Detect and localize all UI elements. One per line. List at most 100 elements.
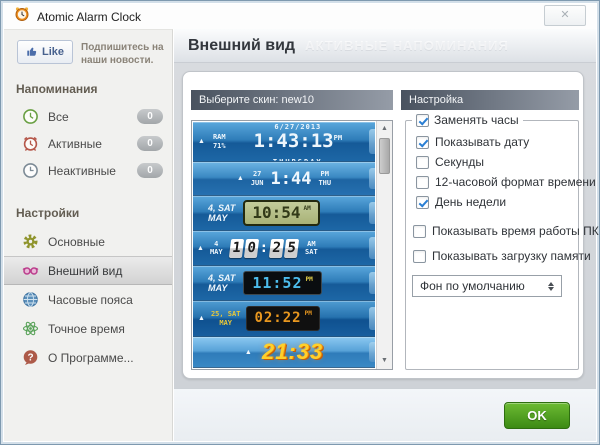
close-button[interactable]: ✕: [544, 5, 586, 26]
lcd-display: 11:52 PM: [243, 271, 321, 296]
scrollbar-thumb[interactable]: [379, 138, 390, 174]
skin-previews: ▲ RAM71% 6/27/2013 1:43:13PM THURSDAY: [193, 122, 375, 368]
count-badge: 0: [137, 109, 163, 124]
ghost-header-text: АКТИВНЫЕ НАПОМИНАНИЯ: [305, 38, 509, 53]
skin-preview-flip-clock[interactable]: ▲ 4MAY 10:25 AMSAT: [193, 231, 375, 266]
background-dropdown[interactable]: Фон по умолчанию: [412, 275, 562, 297]
checkbox-row-show-date: Показывать дату: [416, 135, 529, 149]
sidebar-item-all-reminders[interactable]: Все 0: [4, 103, 172, 130]
skin-date: 4, SATMAY: [208, 203, 235, 224]
checkbox-label: 12-часовой формат времени: [435, 175, 596, 189]
checkbox-label: День недели: [435, 195, 506, 209]
count-badge: 0: [137, 136, 163, 151]
checkbox-weekday[interactable]: [416, 196, 429, 209]
skin-ampm-day: PMTHU: [318, 170, 331, 186]
checkbox-memory-load[interactable]: [413, 250, 426, 263]
count-badge: 0: [137, 163, 163, 178]
skin-clock-readout: 6/27/2013 1:43:13PM THURSDAY: [254, 122, 343, 162]
scrollbar[interactable]: ▲ ▼: [376, 121, 392, 369]
main-area: Внешний вид АКТИВНЫЕ НАПОМИНАНИЯ Выберит…: [174, 29, 596, 441]
sidebar-item-label: Внешний вид: [48, 264, 122, 278]
alarm-triangle-icon: ▲: [245, 349, 252, 356]
glasses-icon: [22, 262, 39, 279]
skin-preview-lcd-amber[interactable]: ▲ 25, SATMAY 02:22 PM: [193, 301, 375, 337]
skin-preview-lcd-khaki[interactable]: 4, SATMAY 10:54 AM: [193, 196, 375, 231]
checkbox-label: Показывать дату: [435, 135, 529, 149]
sidebar-item-label: О Программе...: [48, 351, 134, 365]
question-bubble-icon: ?: [22, 349, 39, 366]
atom-icon: [22, 320, 39, 337]
skin-time: 21:33: [262, 339, 323, 365]
appearance-panel: Выберите скин: new10 Настройка ▲ RAM71% …: [182, 71, 584, 379]
sidebar-item-exact-time[interactable]: Точное время: [4, 314, 172, 343]
replace-clock-group: Заменять часы Показывать дату Секунды 12…: [405, 120, 579, 370]
lcd-display: 10:54 AM: [243, 200, 319, 225]
checkbox-row-seconds: Секунды: [416, 155, 484, 169]
alarm-triangle-icon: ▲: [237, 175, 244, 182]
section-title-reminders: Напоминания: [4, 69, 172, 103]
checkbox-row-12h-format: 12-часовой формат времени: [416, 175, 596, 189]
checkbox-pc-uptime[interactable]: [413, 225, 426, 238]
scroll-up-arrow[interactable]: ▲: [377, 122, 392, 136]
checkbox-seconds[interactable]: [416, 156, 429, 169]
settings-header: Настройка: [401, 90, 579, 110]
subscribe-text: Подпишитесь на наши новости.: [81, 40, 166, 67]
svg-text:?: ?: [27, 352, 33, 363]
lcd-display: 02:22 PM: [246, 306, 319, 330]
clock-green-icon: [22, 108, 39, 125]
globe-icon: [22, 291, 39, 308]
sidebar-item-label: Все: [48, 110, 69, 124]
sidebar-item-inactive-reminders[interactable]: Неактивные 0: [4, 157, 172, 184]
skin-list: ▲ RAM71% 6/27/2013 1:43:13PM THURSDAY: [191, 120, 393, 370]
checkbox-label: Секунды: [435, 155, 484, 169]
checkbox-row-pc-uptime: Показывать время работы ПК: [413, 224, 599, 238]
skin-date: 4MAY: [210, 240, 223, 256]
alarm-red-icon: [22, 135, 39, 152]
checkbox-show-date[interactable]: [416, 136, 429, 149]
sidebar-item-about[interactable]: ? О Программе...: [4, 343, 172, 372]
sidebar-item-label: Часовые пояса: [48, 293, 133, 307]
sidebar-item-general[interactable]: Основные: [4, 227, 172, 256]
checkbox-row-memory-load: Показывать загрузку памяти: [413, 249, 591, 263]
content-area: Выберите скин: new10 Настройка ▲ RAM71% …: [174, 63, 596, 388]
scroll-down-arrow[interactable]: ▼: [377, 354, 392, 368]
ram-indicator: RAM71%: [213, 133, 226, 149]
dropdown-value: Фон по умолчанию: [420, 279, 525, 293]
sidebar: Like Подпишитесь на наши новости. Напоми…: [4, 29, 173, 441]
sidebar-item-appearance[interactable]: Внешний вид: [4, 256, 172, 285]
ok-button[interactable]: OK: [504, 402, 570, 429]
alarm-clock-app-icon: [14, 6, 30, 27]
sidebar-item-label: Основные: [48, 235, 105, 249]
skin-preview-digital-full[interactable]: ▲ RAM71% 6/27/2013 1:43:13PM THURSDAY: [193, 122, 375, 162]
sidebar-item-timezones[interactable]: Часовые пояса: [4, 285, 172, 314]
sidebar-item-label: Активные: [48, 137, 102, 151]
footer-bar: OK: [174, 388, 596, 441]
alarm-triangle-icon: ▲: [198, 315, 205, 322]
skin-date: 4, SATMAY: [208, 273, 235, 294]
sidebar-item-active-reminders[interactable]: Активные 0: [4, 130, 172, 157]
titlebar: Atomic Alarm Clock ✕: [4, 4, 596, 29]
skin-date: 25, SATMAY: [211, 310, 241, 326]
group-label: Заменять часы: [434, 113, 519, 127]
checkbox-label: Показывать время работы ПК: [432, 224, 599, 238]
checkbox-row-weekday: День недели: [416, 195, 506, 209]
checkbox-label: Показывать загрузку памяти: [432, 249, 591, 263]
sidebar-item-label: Неактивные: [48, 164, 116, 178]
checkbox-replace-clock[interactable]: [416, 114, 429, 127]
close-icon: ✕: [560, 9, 569, 21]
checkbox-12h-format[interactable]: [416, 176, 429, 189]
facebook-like-button[interactable]: Like: [17, 40, 73, 64]
skin-select-header: Выберите скин: new10: [191, 90, 393, 110]
subscribe-row: Like Подпишитесь на наши новости.: [4, 30, 172, 69]
gear-icon: [22, 233, 39, 250]
skin-preview-flame-selected[interactable]: ▲ 21:33: [193, 337, 375, 368]
clock-gray-icon: [22, 162, 39, 179]
skin-preview-digital-compact[interactable]: ▲ 27JUN 1:44 PMTHU: [193, 162, 375, 196]
page-header: Внешний вид АКТИВНЫЕ НАПОМИНАНИЯ: [174, 29, 596, 63]
page-title: Внешний вид: [188, 37, 295, 55]
like-label: Like: [42, 46, 64, 58]
skin-ampm-day: AMSAT: [305, 240, 318, 256]
skin-preview-lcd-blue[interactable]: 4, SATMAY 11:52 PM: [193, 266, 375, 301]
thumb-up-icon: [26, 45, 38, 60]
group-label-row: Заменять часы: [412, 113, 523, 127]
